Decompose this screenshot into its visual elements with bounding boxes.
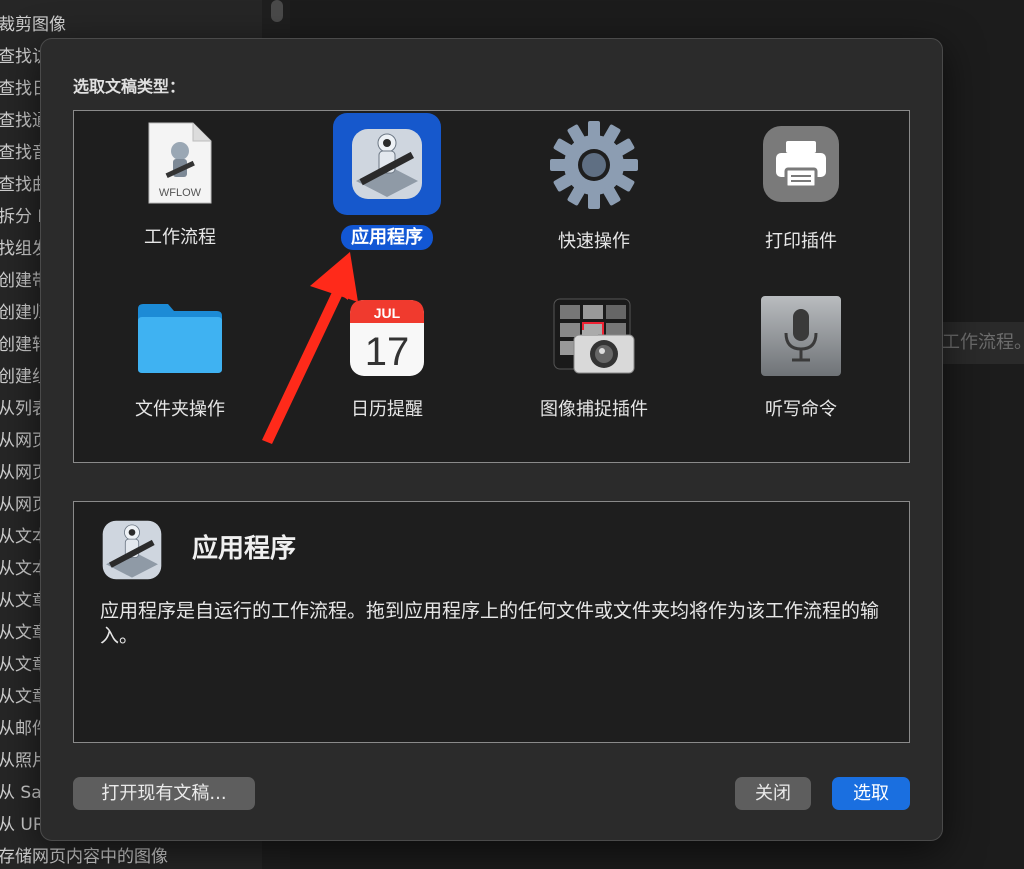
open-existing-button[interactable]: 打开现有文稿...	[73, 777, 255, 810]
wflow-badge: WFLOW	[159, 187, 202, 199]
scrollbar-thumb[interactable]	[271, 0, 283, 22]
document-type-dialog: 选取文稿类型： WFLOW 工作流程 应用程序 快速操作 打印插件 文件夹操作 …	[40, 38, 943, 841]
type-label: 听写命令	[765, 399, 837, 420]
close-button[interactable]: 关闭	[735, 777, 811, 810]
description-title: 应用程序	[192, 534, 297, 564]
type-image-capture-plugin[interactable]: 图像捕捉插件	[494, 293, 694, 453]
microphone-icon	[760, 295, 842, 381]
dialog-title: 选取文稿类型：	[73, 77, 186, 96]
type-description-panel: 应用程序 应用程序是自运行的工作流程。拖到应用程序上的任何文件或文件夹均将作为该…	[73, 501, 910, 743]
folder-icon	[136, 301, 224, 379]
background-list-item[interactable]: 存储网页内容中的图像	[0, 841, 258, 869]
choose-button[interactable]: 选取	[832, 777, 910, 810]
description-text: 应用程序是自运行的工作流程。拖到应用程序上的任何文件或文件夹均将作为该工作流程的…	[100, 600, 880, 647]
type-dictation-command[interactable]: 听写命令	[701, 293, 901, 453]
calendar-month: JUL	[374, 305, 401, 321]
annotation-arrow-icon	[250, 240, 370, 454]
printer-icon	[762, 125, 840, 207]
type-label: 图像捕捉插件	[540, 399, 648, 420]
background-list-item[interactable]: 裁剪图像	[0, 9, 258, 41]
type-print-plugin[interactable]: 打印插件	[701, 117, 901, 277]
document-type-grid: WFLOW 工作流程 应用程序 快速操作 打印插件 文件夹操作 JUL 17 日…	[73, 110, 910, 463]
automator-robot-icon	[96, 514, 168, 590]
workflow-file-icon: WFLOW	[147, 121, 213, 209]
type-label: 文件夹操作	[135, 399, 225, 420]
calendar-day: 17	[365, 330, 410, 374]
image-capture-icon	[552, 295, 636, 383]
type-quick-action[interactable]: 快速操作	[494, 117, 694, 277]
type-label: 打印插件	[765, 231, 837, 252]
background-hint-text: 工作流程。	[940, 322, 1024, 364]
type-label: 快速操作	[558, 231, 630, 252]
type-label: 工作流程	[144, 227, 216, 248]
gear-icon	[548, 119, 640, 215]
automator-robot-icon	[344, 121, 430, 211]
